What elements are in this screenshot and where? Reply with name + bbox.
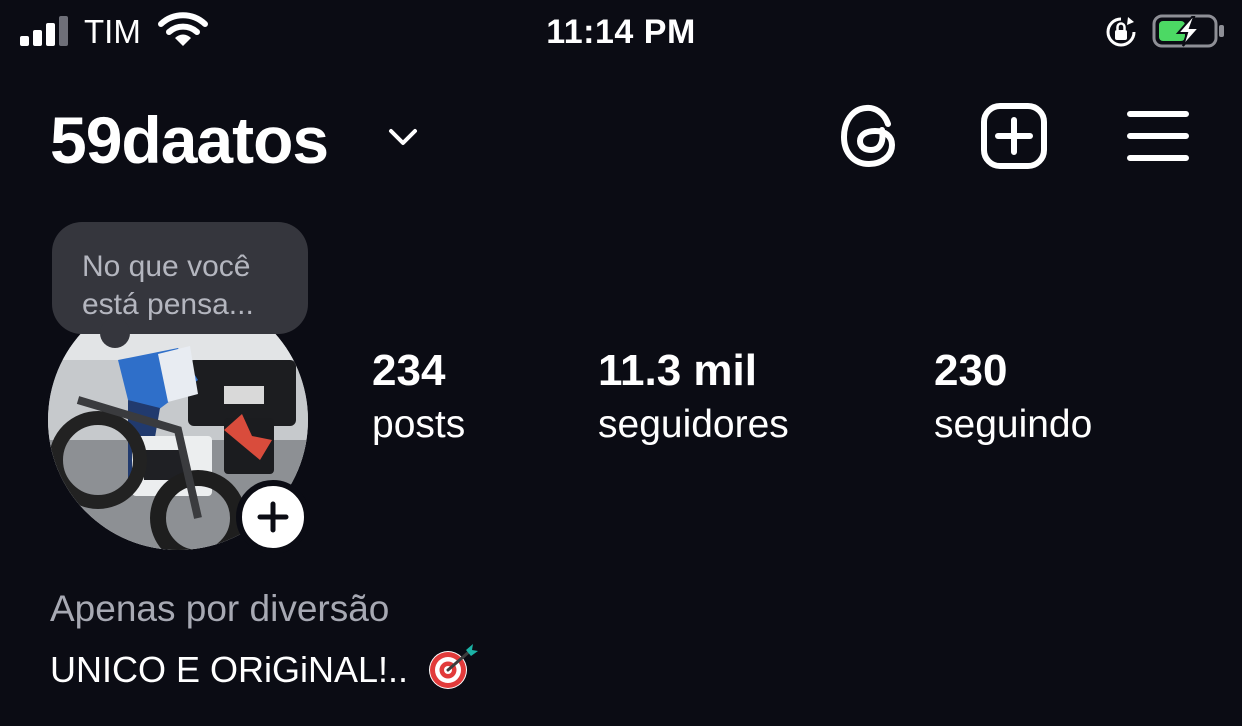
plus-icon: [257, 501, 289, 533]
note-bubble[interactable]: No que você está pensa...: [52, 222, 308, 334]
followers-count: 11.3 mil: [598, 346, 758, 395]
battery-charging-icon: [1152, 14, 1224, 48]
posts-label: posts: [372, 403, 466, 446]
create-icon[interactable]: [980, 102, 1048, 170]
add-story-button[interactable]: [236, 480, 310, 554]
threads-icon[interactable]: [836, 102, 904, 170]
followers-label: seguidores: [598, 403, 789, 446]
status-time: 11:14 PM: [546, 13, 696, 51]
profile-username[interactable]: 59daatos: [50, 104, 329, 176]
bio-text-line: UNICO E ORiGiNAL!..: [50, 642, 480, 694]
following-count: 230: [934, 346, 1008, 395]
posts-stat[interactable]: 234 posts: [372, 344, 465, 452]
posts-count: 234: [372, 346, 446, 395]
status-bar: TIM 11:14 PM: [0, 0, 1242, 64]
menu-icon[interactable]: [1124, 102, 1192, 170]
note-text-line-1: No que você: [82, 250, 251, 283]
note-bubble-tail: [100, 318, 130, 348]
bio-text: UNICO E ORiGiNAL!..: [50, 649, 409, 690]
chevron-down-icon[interactable]: [386, 122, 420, 150]
following-stat[interactable]: 230 seguindo: [934, 344, 1092, 452]
rotation-lock-icon: [1106, 17, 1136, 47]
direct-hit-target-icon: [429, 644, 479, 689]
following-label: seguindo: [934, 403, 1093, 446]
bio-category: Apenas por diversão: [50, 588, 390, 629]
followers-stat[interactable]: 11.3 mil seguidores: [598, 344, 789, 452]
